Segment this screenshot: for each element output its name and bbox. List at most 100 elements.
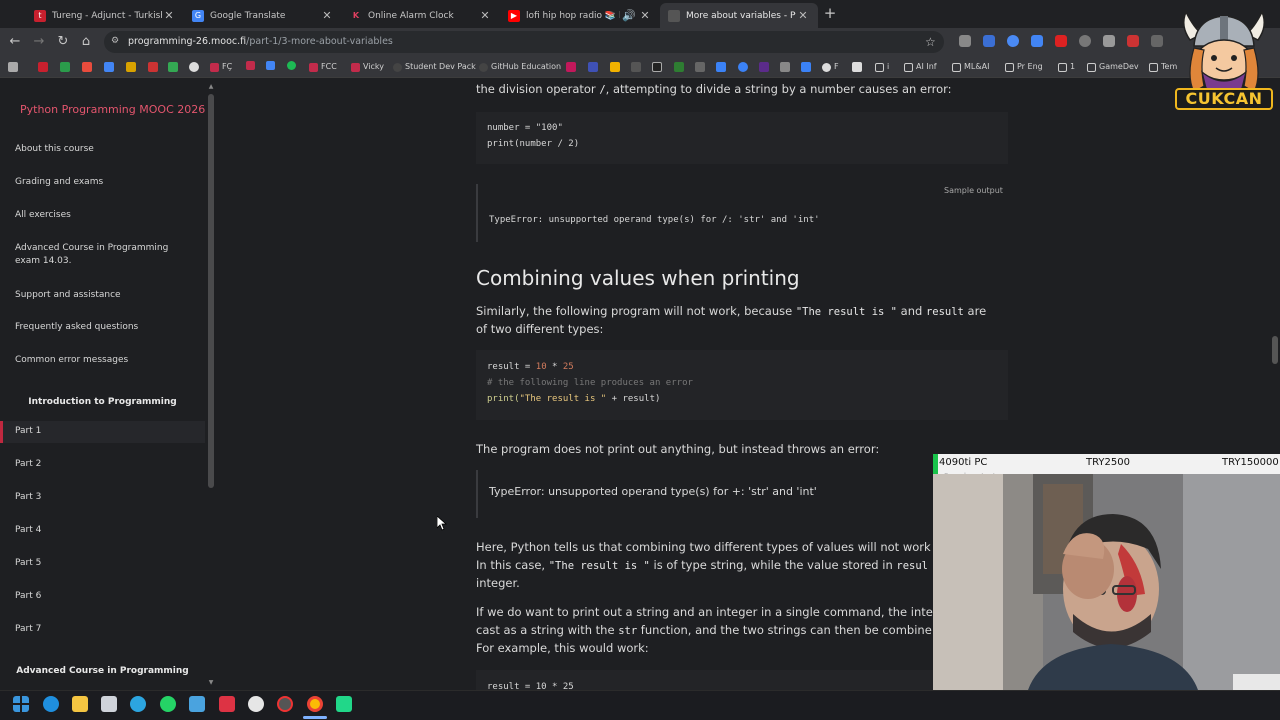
- bookmark-k[interactable]: [246, 61, 258, 70]
- whatsapp-icon[interactable]: [160, 696, 176, 712]
- sidebar-item-part-4[interactable]: Part 4: [15, 524, 195, 537]
- course-title[interactable]: Python Programming MOOC 2026: [20, 103, 205, 116]
- extension-icon[interactable]: [1031, 35, 1043, 47]
- x-icon[interactable]: [652, 62, 662, 72]
- output-text: TypeError: unsupported operand type(s) f…: [489, 485, 817, 498]
- bookmark-icon[interactable]: [780, 62, 790, 72]
- bookmark-icon[interactable]: [801, 62, 811, 72]
- bookmark-icon[interactable]: [566, 62, 576, 72]
- bookmark-play[interactable]: [266, 61, 278, 70]
- bookmark-f[interactable]: F: [822, 61, 839, 73]
- extension-icon[interactable]: [1127, 35, 1139, 47]
- bookmark-icon[interactable]: [759, 62, 769, 72]
- extension-icon[interactable]: [1103, 35, 1115, 47]
- bookmark-icon[interactable]: [168, 62, 178, 72]
- file-explorer-icon[interactable]: [72, 696, 88, 712]
- forward-icon[interactable]: →: [30, 33, 48, 51]
- sidebar-item-support[interactable]: Support and assistance: [15, 289, 195, 302]
- bookmark-icon[interactable]: [631, 62, 641, 72]
- tab-tureng[interactable]: t Tureng - Adjunct - Turkish Eng ✕: [26, 3, 184, 28]
- bookmark-spotify[interactable]: [287, 61, 299, 70]
- app-icon[interactable]: [101, 696, 117, 712]
- sidebar-item-faq[interactable]: Frequently asked questions: [15, 321, 195, 334]
- bookmark-icon[interactable]: [738, 62, 748, 72]
- sidebar-item-part-1[interactable]: Part 1: [15, 425, 195, 438]
- bookmark-folder-1[interactable]: 1: [1058, 61, 1075, 73]
- tab-google-translate[interactable]: G Google Translate ✕: [184, 3, 342, 28]
- bookmark-folder-ml-ai[interactable]: ML&AI: [952, 61, 989, 73]
- app-icon[interactable]: [189, 696, 205, 712]
- pycharm-icon[interactable]: [336, 696, 352, 712]
- home-icon[interactable]: ⌂: [77, 33, 95, 51]
- sidebar-item-part-6[interactable]: Part 6: [15, 590, 195, 603]
- scroll-up-icon[interactable]: ▲: [207, 83, 215, 90]
- tab-lofi[interactable]: ▶ lofi hip hop radio 📚 beats 🔊 ✕: [500, 3, 660, 28]
- bookmark-star-icon[interactable]: ☆: [925, 35, 936, 49]
- bookmark-fcc[interactable]: FCC: [309, 61, 337, 73]
- bookmark-icon[interactable]: [189, 62, 199, 72]
- app-icon[interactable]: [248, 696, 264, 712]
- new-tab-button[interactable]: +: [822, 4, 838, 22]
- app-icon[interactable]: [219, 696, 235, 712]
- bookmark-folder-ai-inf[interactable]: AI Inf: [904, 61, 937, 73]
- close-icon[interactable]: ✕: [638, 9, 652, 22]
- close-icon[interactable]: ✕: [796, 9, 810, 22]
- app-icon[interactable]: [277, 696, 293, 712]
- site-info-icon[interactable]: ⚙: [111, 36, 119, 46]
- close-icon[interactable]: ✕: [162, 9, 176, 22]
- bookmark-icon[interactable]: [695, 62, 705, 72]
- bookmark-icon[interactable]: [38, 62, 48, 72]
- bookmark-fc[interactable]: FÇ: [210, 61, 232, 73]
- extension-icon[interactable]: [1151, 35, 1163, 47]
- tab-more-about-variables[interactable]: More about variables - Python ✕: [660, 3, 818, 28]
- sidebar-item-advanced-exam[interactable]: Advanced Course in Programming exam 14.0…: [15, 242, 195, 268]
- sidebar-scrollbar-thumb[interactable]: [208, 94, 214, 488]
- bookmark-icon[interactable]: [674, 62, 684, 72]
- speaker-icon[interactable]: 🔊: [620, 9, 638, 22]
- scroll-down-icon[interactable]: ▼: [207, 679, 215, 686]
- bookmark-icon[interactable]: [148, 62, 158, 72]
- bookmark-vicky[interactable]: Vicky: [351, 61, 384, 73]
- sidebar-item-about[interactable]: About this course: [15, 143, 195, 156]
- extension-icon[interactable]: [959, 35, 971, 47]
- adblock-icon[interactable]: [1055, 35, 1067, 47]
- sidebar-item-part-3[interactable]: Part 3: [15, 491, 195, 504]
- bookmark-icon[interactable]: [716, 62, 726, 72]
- sidebar-section-intro: Introduction to Programming: [28, 397, 177, 407]
- url-text[interactable]: programming-26.mooc.fi/part-1/3-more-abo…: [128, 34, 393, 50]
- edge-icon[interactable]: [43, 696, 59, 712]
- sidebar-item-part-7[interactable]: Part 7: [15, 623, 195, 636]
- close-icon[interactable]: ✕: [478, 9, 492, 22]
- sidebar-item-exercises[interactable]: All exercises: [15, 209, 195, 222]
- bookmark-icon[interactable]: [82, 62, 92, 72]
- extension-icon[interactable]: [983, 35, 995, 47]
- extension-icon[interactable]: [1079, 35, 1091, 47]
- url-path: /part-1/3-more-about-variables: [246, 36, 393, 47]
- sidebar-item-grading[interactable]: Grading and exams: [15, 176, 195, 189]
- windows-start-icon[interactable]: [13, 696, 29, 712]
- bookmark-student-dev-pack[interactable]: Student Dev Pack: [393, 61, 476, 73]
- page-scrollbar-thumb[interactable]: [1272, 336, 1278, 364]
- bookmark-icon[interactable]: [588, 62, 598, 72]
- bookmark-icon[interactable]: [126, 62, 136, 72]
- bookmark-folder-gamedev[interactable]: GameDev: [1087, 61, 1139, 73]
- bookmark-icon[interactable]: [60, 62, 70, 72]
- bookmark-icon[interactable]: [852, 62, 862, 72]
- paragraph-line: Here, Python tells us that combining two…: [476, 540, 933, 554]
- bookmark-folder-pr-eng[interactable]: Pr Eng: [1005, 61, 1043, 73]
- bookmark-github-education[interactable]: GitHub Education: [479, 61, 561, 73]
- chrome-icon[interactable]: [307, 696, 323, 712]
- reload-icon[interactable]: ↻: [54, 33, 72, 51]
- back-icon[interactable]: ←: [6, 33, 24, 51]
- bookmark-icon[interactable]: [104, 62, 114, 72]
- close-icon[interactable]: ✕: [320, 9, 334, 22]
- bookmark-i[interactable]: i: [875, 61, 889, 73]
- sidebar-item-part-2[interactable]: Part 2: [15, 458, 195, 471]
- extension-icon[interactable]: [1007, 35, 1019, 47]
- tab-alarm-clock[interactable]: K Online Alarm Clock ✕: [342, 3, 500, 28]
- apps-icon[interactable]: [8, 62, 18, 72]
- bookmark-icon[interactable]: [610, 62, 620, 72]
- sidebar-item-common-errors[interactable]: Common error messages: [15, 354, 195, 367]
- telegram-icon[interactable]: [130, 696, 146, 712]
- sidebar-item-part-5[interactable]: Part 5: [15, 557, 195, 570]
